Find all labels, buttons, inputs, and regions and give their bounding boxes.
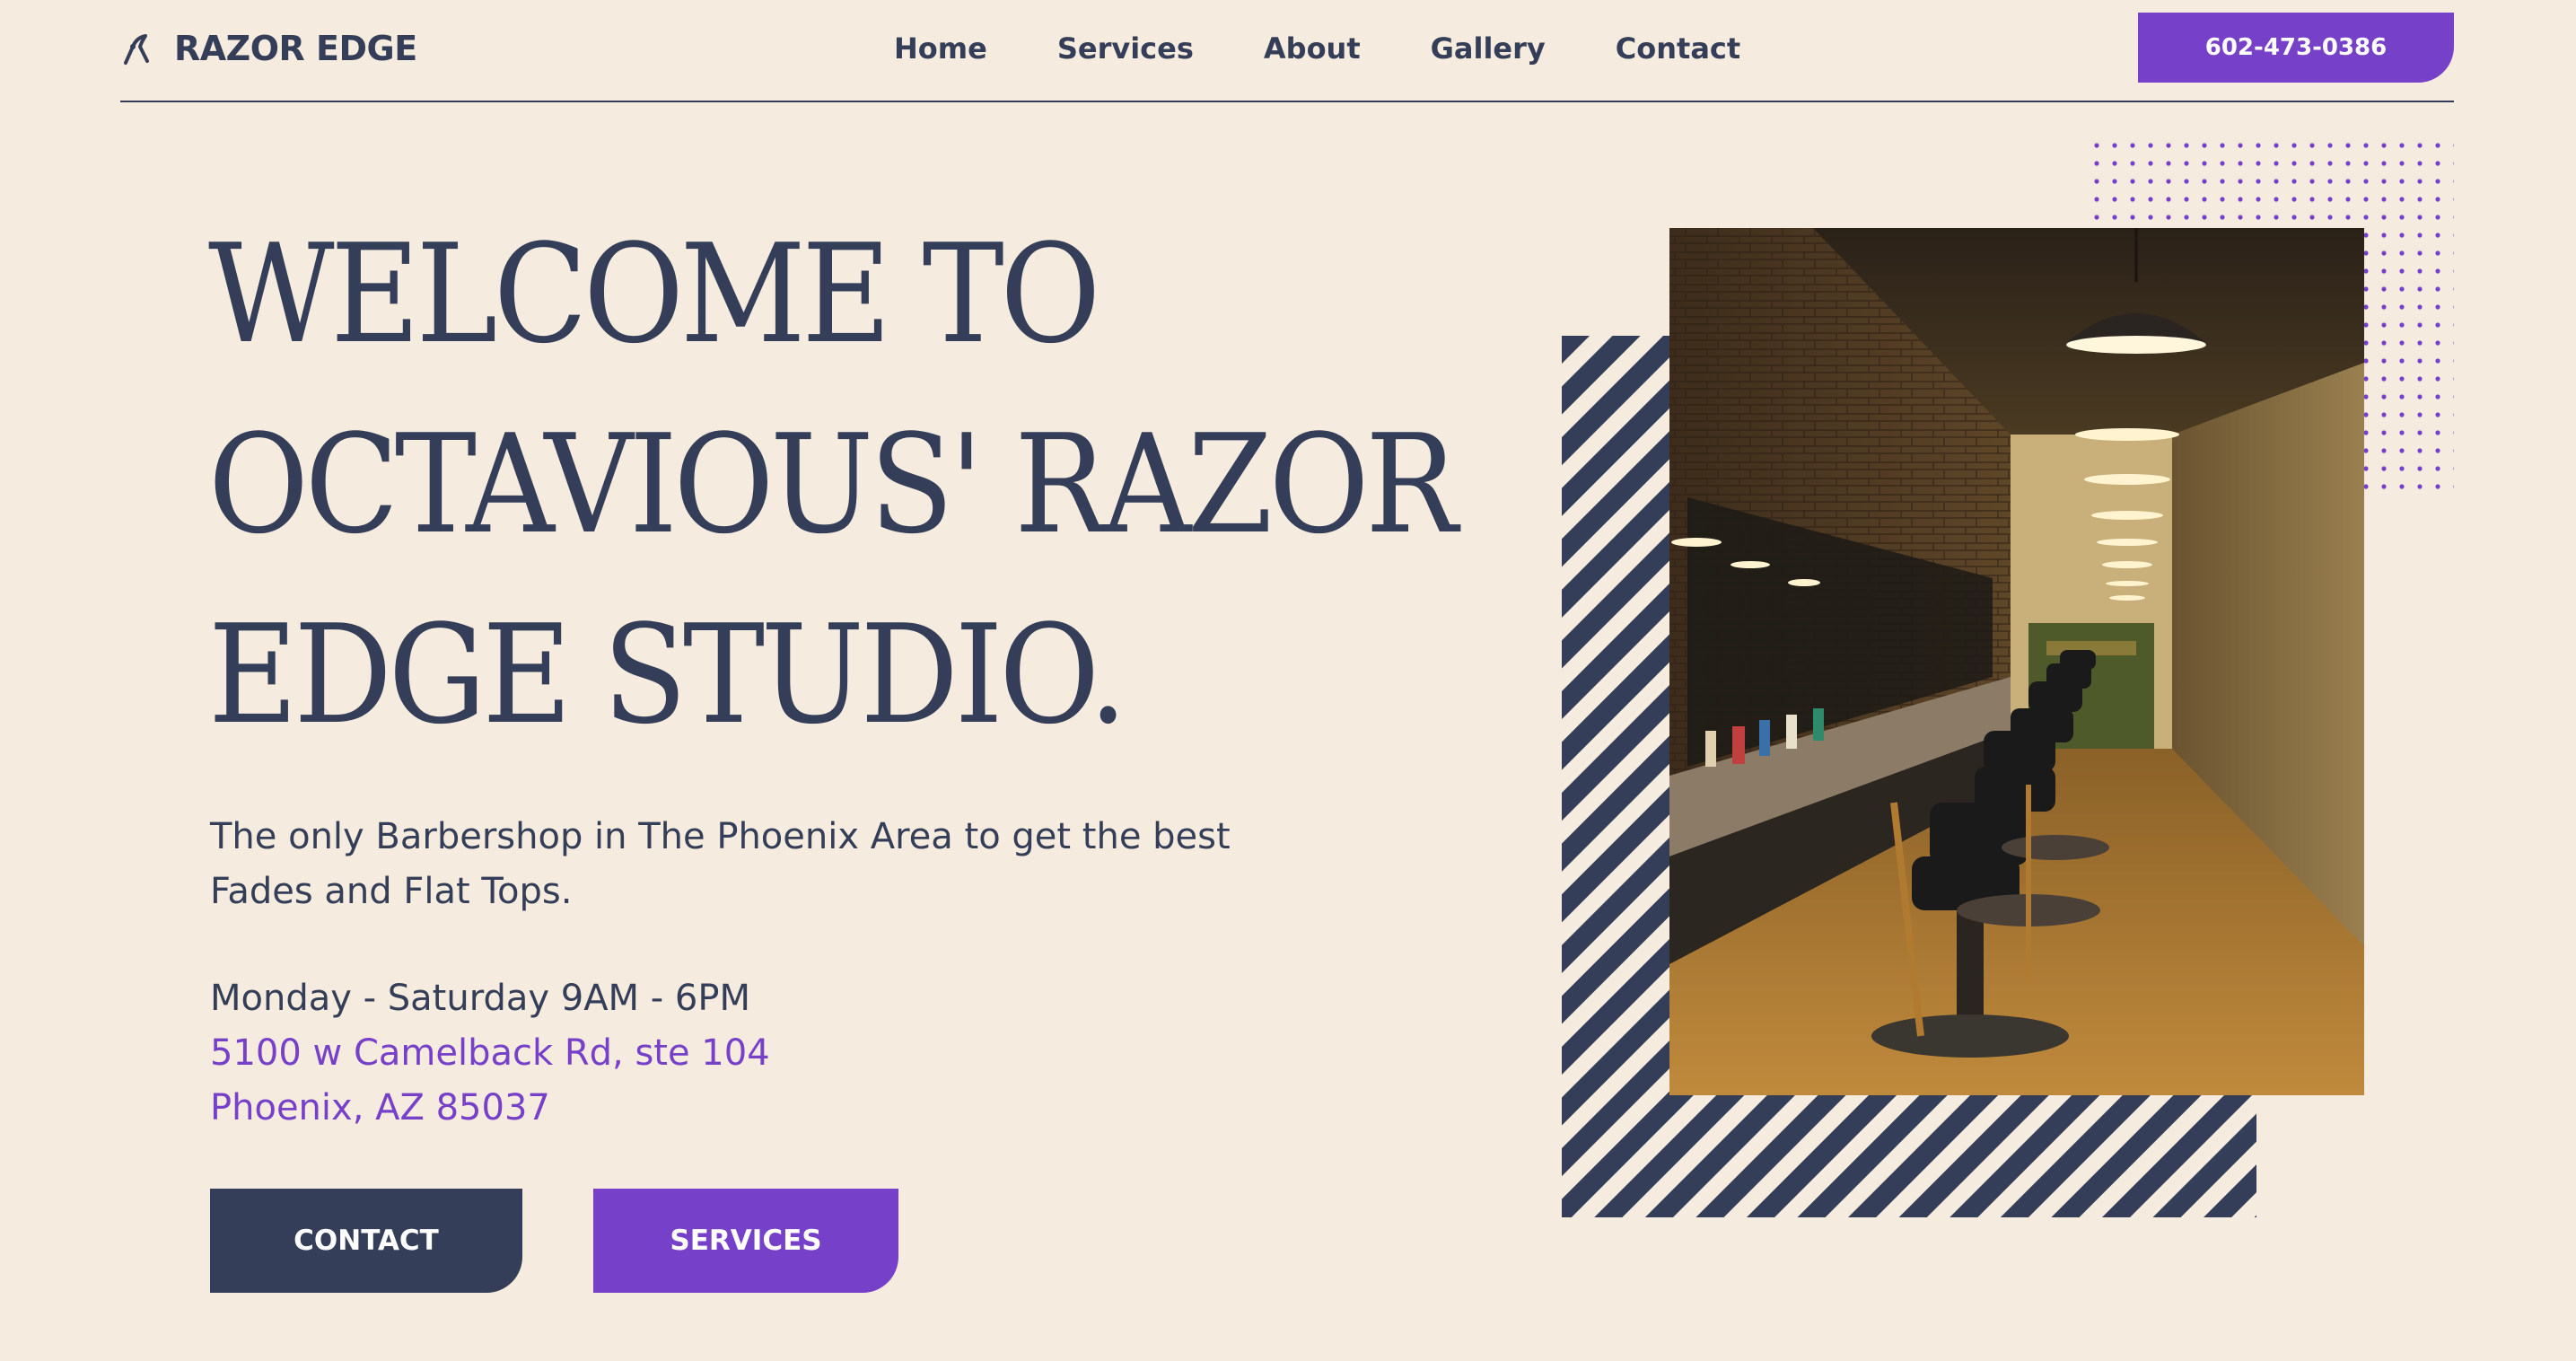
nav-contact[interactable]: Contact	[1616, 31, 1740, 66]
nav-home[interactable]: Home	[894, 31, 987, 66]
nav-about[interactable]: About	[1264, 31, 1361, 66]
business-hours: Monday - Saturday 9AM - 6PM	[210, 978, 751, 1019]
brand-name: RAZOR EDGE	[174, 29, 417, 68]
barbershop-photo	[1669, 228, 2364, 1095]
razor-icon	[124, 34, 149, 65]
hero-tagline: The only Barbershop in The Phoenix Area …	[210, 816, 1231, 912]
hero-title-line: OCTAVIOUS' RAZOR	[208, 405, 1458, 564]
phone-button[interactable]: 602-473-0386	[2138, 13, 2454, 83]
hero-title: WELCOME TO OCTAVIOUS' RAZOR EDGE STUDIO.	[208, 199, 1458, 770]
services-button[interactable]: SERVICES	[593, 1189, 898, 1293]
brand-logo[interactable]: RAZOR EDGE	[120, 24, 417, 73]
address-line-1[interactable]: 5100 w Camelback Rd, ste 104	[210, 1026, 770, 1081]
site-header: RAZOR EDGE Home Services About Gallery C…	[120, 0, 2454, 102]
main-nav: Home Services About Gallery Contact	[894, 24, 1740, 73]
nav-services[interactable]: Services	[1057, 31, 1194, 66]
hero-title-line: EDGE STUDIO.	[208, 595, 1127, 754]
nav-gallery[interactable]: Gallery	[1431, 31, 1546, 66]
address-line-2[interactable]: Phoenix, AZ 85037	[210, 1081, 770, 1136]
shop-info: Monday - Saturday 9AM - 6PM 5100 w Camel…	[210, 971, 770, 1136]
hero-title-line: WELCOME TO	[208, 215, 1100, 373]
contact-button[interactable]: CONTACT	[210, 1189, 522, 1293]
